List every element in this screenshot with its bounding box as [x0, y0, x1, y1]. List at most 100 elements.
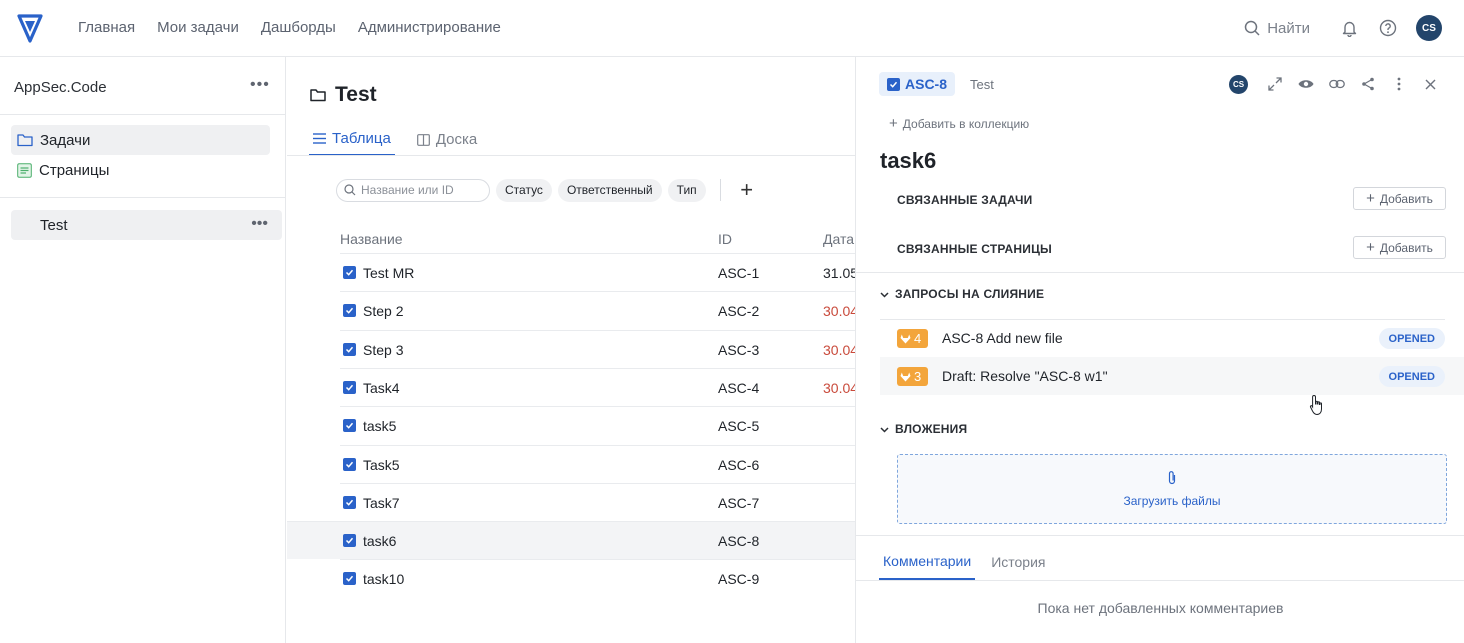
merge-request-row[interactable]: 4 ASC-8 Add new file OPENED [880, 319, 1464, 357]
tab-comments[interactable]: Комментарии [879, 543, 976, 580]
column-header-id[interactable]: ID [718, 231, 732, 247]
table-row[interactable]: task6 ASC-8 [287, 521, 855, 560]
gitlab-icon [900, 334, 911, 343]
table-row[interactable]: Task5 ASC-6 [340, 444, 855, 483]
mouse-cursor-icon [1309, 394, 1322, 416]
task-type-icon [343, 419, 356, 433]
task-name[interactable]: Step 2 [363, 303, 403, 319]
tab-history[interactable]: История [987, 543, 1049, 580]
share-button[interactable] [1358, 74, 1378, 94]
nav-dashboards[interactable]: Дашборды [261, 19, 336, 36]
section-divider [856, 580, 1464, 581]
table-row[interactable]: Step 3 ASC-3 30.04 [340, 329, 855, 368]
filter-status[interactable]: Статус [496, 178, 552, 202]
column-header-name[interactable]: Название [340, 231, 403, 247]
task-name[interactable]: task6 [363, 533, 396, 549]
nav-admin[interactable]: Администрирование [358, 19, 501, 36]
help-icon [1379, 19, 1397, 37]
copy-link-button[interactable] [1327, 74, 1347, 94]
add-related-page-button[interactable]: + Добавить [1353, 236, 1446, 259]
search-label: Найти [1267, 19, 1310, 37]
panel-toolbar: CS [1229, 74, 1440, 94]
task-id: ASC-2 [718, 303, 760, 320]
gitlab-icon [900, 372, 911, 381]
add-related-task-button[interactable]: + Добавить [1353, 187, 1446, 210]
more-button[interactable] [1389, 74, 1409, 94]
task-date: 30.04 [823, 379, 855, 396]
table-row[interactable]: task5 ASC-5 [340, 406, 855, 444]
add-filter-button[interactable]: + [735, 178, 759, 202]
table-row[interactable]: task10 ASC-9 [340, 559, 855, 597]
comment-tabs: Комментарии История [879, 543, 1049, 580]
task-type-icon [343, 534, 356, 548]
more-vertical-icon [1397, 77, 1401, 91]
task-key: ASC-8 [905, 76, 948, 92]
task-name[interactable]: Step 3 [363, 342, 403, 358]
filter-assignee[interactable]: Ответственный [557, 178, 662, 202]
user-avatar[interactable]: CS [1416, 15, 1442, 41]
sidebar-item-tasks[interactable]: Задачи [11, 125, 270, 155]
task-name[interactable]: Task4 [363, 380, 400, 396]
view-tabs: Таблица Доска [309, 123, 481, 156]
task-type-icon [343, 572, 356, 586]
table-row[interactable]: Test MR ASC-1 31.05 [340, 253, 855, 291]
task-title[interactable]: task6 [880, 148, 936, 174]
filter-separator [719, 179, 721, 201]
expand-button[interactable] [1265, 74, 1285, 94]
related-pages-label: СВЯЗАННЫЕ СТРАНИЦЫ [897, 242, 1052, 256]
merge-requests-toggle[interactable]: ЗАПРОСЫ НА СЛИЯНИЕ [880, 287, 1044, 301]
attachments-toggle[interactable]: ВЛОЖЕНИЯ [880, 422, 967, 436]
table-row[interactable]: Step 2 ASC-2 30.04 [340, 291, 855, 329]
merge-request-title[interactable]: Draft: Resolve "ASC-8 w1" [942, 368, 1108, 384]
search-icon [1244, 20, 1260, 36]
sidebar-project-test[interactable]: Test ••• [11, 210, 282, 240]
help-button[interactable] [1377, 17, 1399, 39]
task-id: ASC-5 [718, 418, 760, 435]
close-panel-button[interactable] [1420, 74, 1440, 94]
paperclip-icon [1168, 471, 1176, 485]
task-name[interactable]: task10 [363, 571, 404, 587]
app-logo-icon[interactable] [17, 13, 43, 43]
task-type-icon [343, 457, 356, 471]
file-upload-dropzone[interactable]: Загрузить файлы [897, 454, 1447, 524]
workspace-more-icon[interactable]: ••• [250, 76, 270, 94]
merge-request-row[interactable]: 3 Draft: Resolve "ASC-8 w1" OPENED [880, 357, 1464, 395]
page-title-text: Test [335, 83, 377, 106]
upload-label: Загрузить файлы [1123, 494, 1221, 508]
folder-icon [310, 89, 326, 102]
filter-type[interactable]: Тип [667, 178, 706, 202]
main-content: Test Таблица Доска Название или ID Стату… [287, 57, 855, 643]
sidebar-divider [0, 114, 286, 115]
assignee-avatar[interactable]: CS [1229, 74, 1248, 94]
task-name[interactable]: task5 [363, 418, 396, 434]
watch-button[interactable] [1296, 74, 1316, 94]
sidebar-item-label: Задачи [40, 131, 91, 149]
plus-icon: + [889, 115, 898, 132]
task-name[interactable]: Test MR [363, 265, 414, 281]
column-header-date[interactable]: Дата [823, 231, 854, 247]
task-search-input[interactable]: Название или ID [336, 178, 490, 202]
merge-request-title[interactable]: ASC-8 Add new file [942, 330, 1063, 346]
table-row[interactable]: Task4 ASC-4 30.04 [340, 367, 855, 406]
sidebar: AppSec.Code ••• Задачи Страницы Test ••• [0, 57, 286, 643]
table-row[interactable]: Task7 ASC-7 [340, 482, 855, 521]
add-to-collection-button[interactable]: + Добавить в коллекцию [889, 115, 1029, 132]
task-type-icon [343, 266, 356, 279]
task-key-badge[interactable]: ASC-8 [879, 72, 956, 96]
project-more-icon[interactable]: ••• [251, 215, 268, 233]
merge-request-number: 3 [914, 369, 922, 384]
notifications-button[interactable] [1338, 17, 1360, 39]
sidebar-item-pages[interactable]: Страницы [11, 155, 270, 185]
tabs-divider [287, 155, 855, 156]
global-search-button[interactable]: Найти [1244, 20, 1310, 37]
folder-icon [17, 134, 33, 147]
nav-home[interactable]: Главная [78, 19, 135, 36]
nav-my-tasks[interactable]: Мои задачи [157, 19, 239, 36]
tab-board[interactable]: Доска [413, 123, 481, 156]
tab-table[interactable]: Таблица [309, 123, 395, 156]
list-icon [313, 133, 326, 144]
task-name[interactable]: Task5 [363, 457, 400, 473]
tab-label: Доска [435, 131, 478, 148]
task-name[interactable]: Task7 [363, 495, 400, 511]
task-project[interactable]: Test [970, 77, 994, 92]
